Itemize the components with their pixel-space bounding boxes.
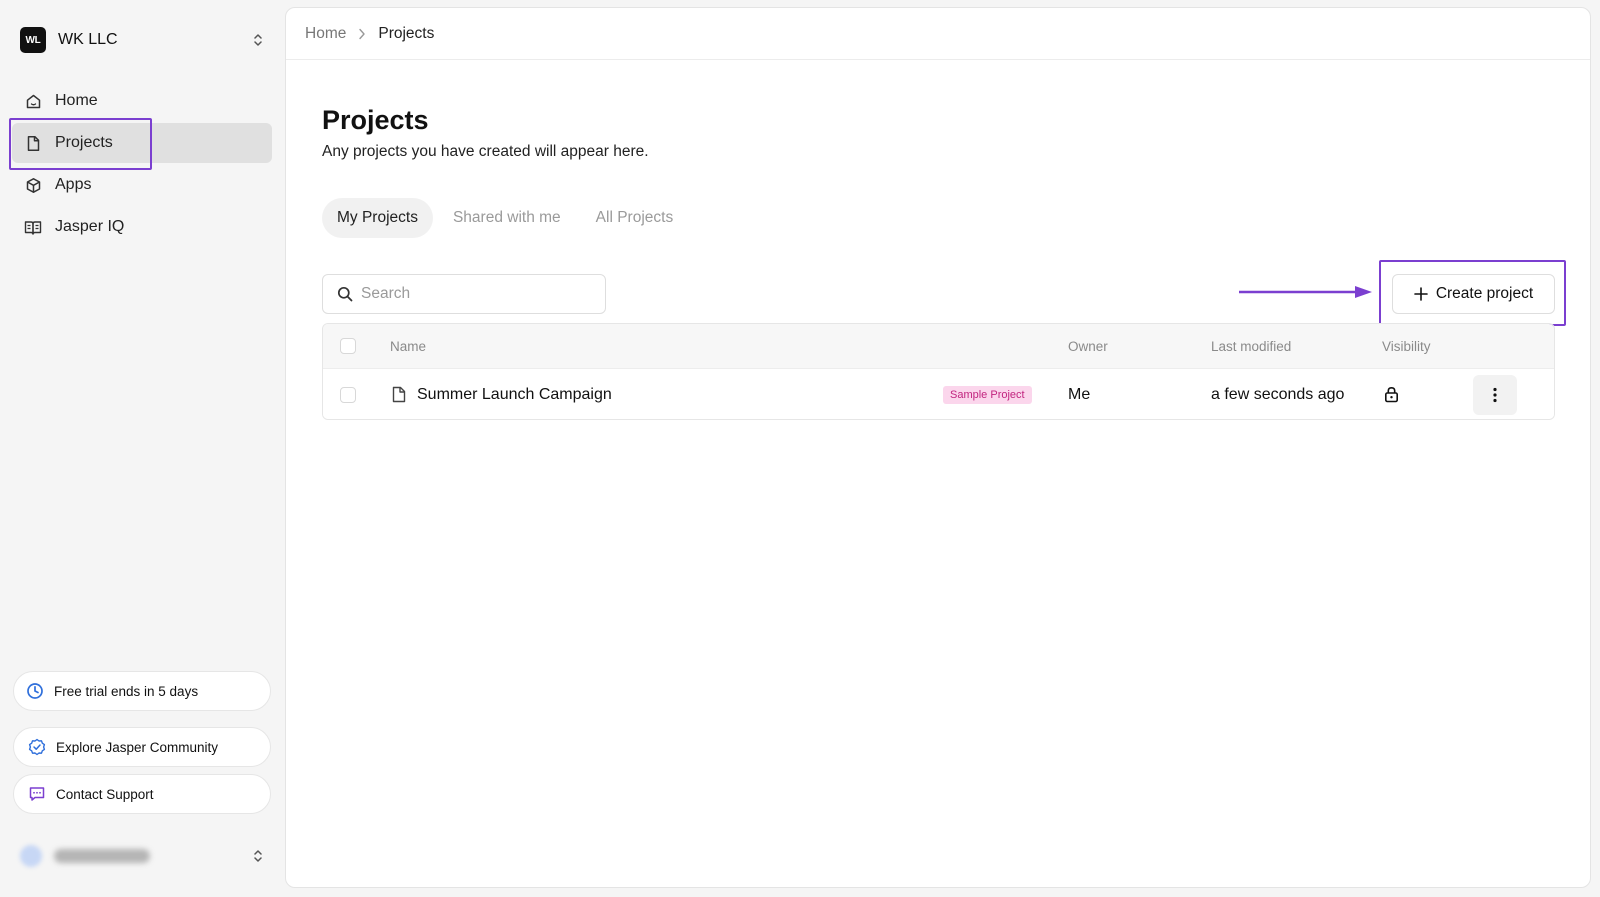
header-last-modified[interactable]: Last modified — [1211, 324, 1291, 368]
tab-my-projects[interactable]: My Projects — [322, 198, 433, 238]
header-visibility[interactable]: Visibility — [1382, 324, 1431, 368]
project-last-modified: a few seconds ago — [1211, 385, 1345, 403]
chevron-updown-icon — [254, 850, 262, 862]
header-name[interactable]: Name — [390, 324, 426, 368]
sidebar-item-label: Apps — [55, 176, 92, 193]
contact-support-button[interactable]: Contact Support — [13, 774, 271, 814]
book-icon — [24, 218, 42, 236]
sidebar-item-label: Home — [55, 92, 98, 109]
table-row[interactable]: Summer Launch Campaign Sample Project Me… — [323, 368, 1554, 419]
sidebar-item-projects[interactable]: Projects — [12, 123, 272, 163]
projects-table: Name Owner Last modified Visibility Summ… — [322, 323, 1555, 420]
pointer-arrow — [1239, 286, 1372, 298]
project-tabs: My Projects Shared with me All Projects — [322, 198, 693, 238]
sidebar-item-apps[interactable]: Apps — [12, 165, 272, 205]
support-text: Contact Support — [56, 786, 154, 802]
search-input[interactable] — [361, 285, 581, 303]
trial-banner[interactable]: Free trial ends in 5 days — [13, 671, 271, 711]
tab-all-projects[interactable]: All Projects — [581, 198, 689, 238]
create-project-label: Create project — [1435, 285, 1534, 302]
chat-icon — [28, 785, 46, 803]
breadcrumb-current: Projects — [378, 24, 435, 42]
user-name-blurred — [54, 849, 150, 863]
breadcrumb-home[interactable]: Home — [305, 25, 346, 43]
community-text: Explore Jasper Community — [56, 739, 219, 755]
row-checkbox[interactable] — [340, 386, 356, 403]
sidebar-item-jasper-iq[interactable]: Jasper IQ — [12, 207, 272, 247]
main-panel: Home Projects Projects Any projects you … — [285, 7, 1591, 888]
home-icon — [24, 92, 42, 110]
workspace-logo: WL — [20, 27, 46, 53]
chevron-updown-icon — [254, 34, 262, 46]
trial-text: Free trial ends in 5 days — [54, 683, 199, 699]
search-box — [322, 274, 606, 314]
page-subtitle: Any projects you have created will appea… — [322, 143, 649, 160]
explore-community-button[interactable]: Explore Jasper Community — [13, 727, 271, 767]
header-owner[interactable]: Owner — [1068, 324, 1108, 368]
lock-icon — [1384, 386, 1398, 403]
table-header: Name Owner Last modified Visibility — [323, 324, 1554, 368]
sample-project-badge: Sample Project — [943, 385, 1032, 404]
sidebar: WL WK LLC Home Projects Apps Jasper IQ F… — [0, 0, 284, 897]
project-owner: Me — [1068, 385, 1091, 403]
plus-icon — [1414, 287, 1428, 301]
row-actions-button[interactable] — [1473, 374, 1517, 415]
tab-shared-with-me[interactable]: Shared with me — [438, 198, 576, 238]
document-icon — [392, 386, 406, 403]
sidebar-item-label: Jasper IQ — [55, 218, 125, 235]
breadcrumb: Home Projects — [286, 8, 1590, 60]
document-icon — [24, 134, 42, 152]
create-project-button[interactable]: Create project — [1392, 274, 1555, 314]
search-icon — [337, 286, 353, 302]
sidebar-item-home[interactable]: Home — [12, 81, 272, 121]
cube-icon — [24, 176, 42, 194]
workspace-name: WK LLC — [58, 31, 118, 48]
clock-icon — [26, 682, 44, 700]
more-vertical-icon — [1493, 387, 1497, 402]
project-name[interactable]: Summer Launch Campaign — [417, 386, 612, 404]
sidebar-item-label: Projects — [55, 134, 113, 151]
chevron-right-icon — [359, 28, 366, 39]
user-menu[interactable] — [20, 842, 272, 870]
avatar — [20, 845, 42, 867]
sidebar-nav: Home Projects Apps Jasper IQ — [12, 81, 272, 249]
select-all-checkbox[interactable] — [340, 338, 356, 354]
badge-check-icon — [28, 738, 46, 756]
page-title: Projects — [322, 105, 429, 135]
workspace-switcher[interactable]: WL WK LLC — [20, 26, 272, 54]
